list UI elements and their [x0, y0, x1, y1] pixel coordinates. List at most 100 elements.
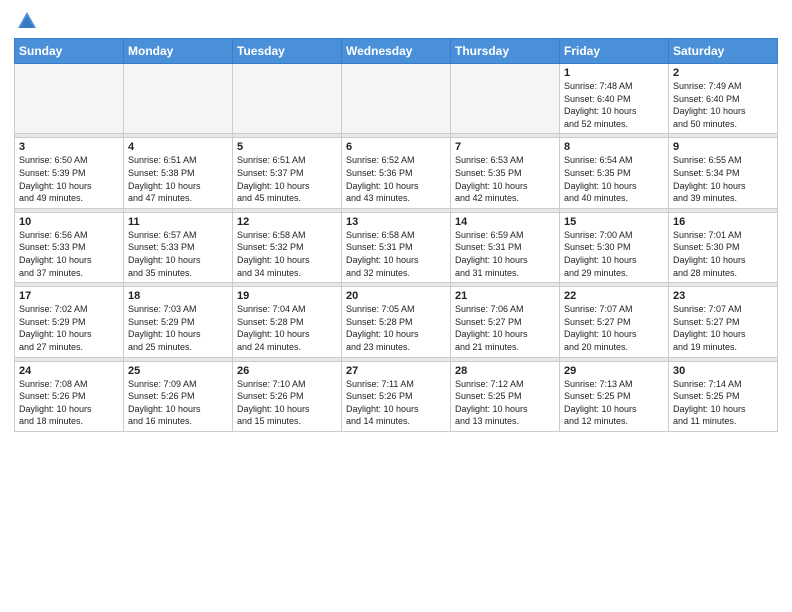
day-number: 24 [19, 365, 119, 377]
day-info: Sunrise: 6:51 AM Sunset: 5:38 PM Dayligh… [128, 154, 228, 204]
day-number: 27 [346, 365, 446, 377]
day-info: Sunrise: 7:10 AM Sunset: 5:26 PM Dayligh… [237, 378, 337, 428]
calendar-cell: 19Sunrise: 7:04 AM Sunset: 5:28 PM Dayli… [233, 287, 342, 357]
day-number: 17 [19, 290, 119, 302]
calendar-cell: 14Sunrise: 6:59 AM Sunset: 5:31 PM Dayli… [451, 212, 560, 282]
logo-icon [16, 10, 38, 32]
day-info: Sunrise: 7:14 AM Sunset: 5:25 PM Dayligh… [673, 378, 773, 428]
calendar-cell: 7Sunrise: 6:53 AM Sunset: 5:35 PM Daylig… [451, 138, 560, 208]
day-number: 10 [19, 216, 119, 228]
day-number: 13 [346, 216, 446, 228]
calendar-table: SundayMondayTuesdayWednesdayThursdayFrid… [14, 38, 778, 432]
day-number: 28 [455, 365, 555, 377]
calendar-header-wednesday: Wednesday [342, 39, 451, 64]
day-info: Sunrise: 6:59 AM Sunset: 5:31 PM Dayligh… [455, 229, 555, 279]
day-number: 4 [128, 141, 228, 153]
day-info: Sunrise: 7:04 AM Sunset: 5:28 PM Dayligh… [237, 303, 337, 353]
day-info: Sunrise: 7:00 AM Sunset: 5:30 PM Dayligh… [564, 229, 664, 279]
day-info: Sunrise: 7:12 AM Sunset: 5:25 PM Dayligh… [455, 378, 555, 428]
day-info: Sunrise: 7:48 AM Sunset: 6:40 PM Dayligh… [564, 80, 664, 130]
day-number: 15 [564, 216, 664, 228]
day-info: Sunrise: 6:55 AM Sunset: 5:34 PM Dayligh… [673, 154, 773, 204]
page: SundayMondayTuesdayWednesdayThursdayFrid… [0, 0, 792, 612]
day-number: 25 [128, 365, 228, 377]
calendar-cell: 23Sunrise: 7:07 AM Sunset: 5:27 PM Dayli… [669, 287, 778, 357]
day-info: Sunrise: 7:06 AM Sunset: 5:27 PM Dayligh… [455, 303, 555, 353]
calendar-cell [233, 64, 342, 134]
day-number: 11 [128, 216, 228, 228]
day-info: Sunrise: 7:07 AM Sunset: 5:27 PM Dayligh… [673, 303, 773, 353]
calendar-cell: 30Sunrise: 7:14 AM Sunset: 5:25 PM Dayli… [669, 361, 778, 431]
day-info: Sunrise: 7:07 AM Sunset: 5:27 PM Dayligh… [564, 303, 664, 353]
day-info: Sunrise: 6:53 AM Sunset: 5:35 PM Dayligh… [455, 154, 555, 204]
calendar-cell: 25Sunrise: 7:09 AM Sunset: 5:26 PM Dayli… [124, 361, 233, 431]
day-info: Sunrise: 7:02 AM Sunset: 5:29 PM Dayligh… [19, 303, 119, 353]
calendar-cell: 9Sunrise: 6:55 AM Sunset: 5:34 PM Daylig… [669, 138, 778, 208]
calendar-cell: 10Sunrise: 6:56 AM Sunset: 5:33 PM Dayli… [15, 212, 124, 282]
calendar-cell: 11Sunrise: 6:57 AM Sunset: 5:33 PM Dayli… [124, 212, 233, 282]
calendar-cell: 17Sunrise: 7:02 AM Sunset: 5:29 PM Dayli… [15, 287, 124, 357]
day-number: 3 [19, 141, 119, 153]
day-number: 18 [128, 290, 228, 302]
calendar-header-monday: Monday [124, 39, 233, 64]
day-info: Sunrise: 7:13 AM Sunset: 5:25 PM Dayligh… [564, 378, 664, 428]
day-info: Sunrise: 7:49 AM Sunset: 6:40 PM Dayligh… [673, 80, 773, 130]
day-number: 2 [673, 67, 773, 79]
day-number: 1 [564, 67, 664, 79]
calendar-cell: 8Sunrise: 6:54 AM Sunset: 5:35 PM Daylig… [560, 138, 669, 208]
calendar-cell: 6Sunrise: 6:52 AM Sunset: 5:36 PM Daylig… [342, 138, 451, 208]
day-info: Sunrise: 6:52 AM Sunset: 5:36 PM Dayligh… [346, 154, 446, 204]
day-number: 20 [346, 290, 446, 302]
calendar-cell: 13Sunrise: 6:58 AM Sunset: 5:31 PM Dayli… [342, 212, 451, 282]
calendar-header-row: SundayMondayTuesdayWednesdayThursdayFrid… [15, 39, 778, 64]
day-info: Sunrise: 6:50 AM Sunset: 5:39 PM Dayligh… [19, 154, 119, 204]
calendar-cell: 20Sunrise: 7:05 AM Sunset: 5:28 PM Dayli… [342, 287, 451, 357]
calendar-cell: 1Sunrise: 7:48 AM Sunset: 6:40 PM Daylig… [560, 64, 669, 134]
day-number: 7 [455, 141, 555, 153]
day-number: 6 [346, 141, 446, 153]
calendar-cell: 28Sunrise: 7:12 AM Sunset: 5:25 PM Dayli… [451, 361, 560, 431]
day-info: Sunrise: 6:58 AM Sunset: 5:32 PM Dayligh… [237, 229, 337, 279]
day-number: 14 [455, 216, 555, 228]
day-info: Sunrise: 7:09 AM Sunset: 5:26 PM Dayligh… [128, 378, 228, 428]
calendar-cell: 12Sunrise: 6:58 AM Sunset: 5:32 PM Dayli… [233, 212, 342, 282]
day-number: 29 [564, 365, 664, 377]
calendar-cell [451, 64, 560, 134]
calendar-week-4: 24Sunrise: 7:08 AM Sunset: 5:26 PM Dayli… [15, 361, 778, 431]
calendar-week-1: 3Sunrise: 6:50 AM Sunset: 5:39 PM Daylig… [15, 138, 778, 208]
calendar-cell: 26Sunrise: 7:10 AM Sunset: 5:26 PM Dayli… [233, 361, 342, 431]
calendar-cell [15, 64, 124, 134]
day-number: 21 [455, 290, 555, 302]
calendar-cell: 18Sunrise: 7:03 AM Sunset: 5:29 PM Dayli… [124, 287, 233, 357]
calendar-cell: 22Sunrise: 7:07 AM Sunset: 5:27 PM Dayli… [560, 287, 669, 357]
day-info: Sunrise: 7:03 AM Sunset: 5:29 PM Dayligh… [128, 303, 228, 353]
day-info: Sunrise: 7:08 AM Sunset: 5:26 PM Dayligh… [19, 378, 119, 428]
calendar-week-0: 1Sunrise: 7:48 AM Sunset: 6:40 PM Daylig… [15, 64, 778, 134]
calendar-cell: 21Sunrise: 7:06 AM Sunset: 5:27 PM Dayli… [451, 287, 560, 357]
logo [14, 10, 38, 32]
calendar-cell: 3Sunrise: 6:50 AM Sunset: 5:39 PM Daylig… [15, 138, 124, 208]
day-info: Sunrise: 7:05 AM Sunset: 5:28 PM Dayligh… [346, 303, 446, 353]
calendar-cell: 5Sunrise: 6:51 AM Sunset: 5:37 PM Daylig… [233, 138, 342, 208]
calendar-cell: 24Sunrise: 7:08 AM Sunset: 5:26 PM Dayli… [15, 361, 124, 431]
calendar-cell: 16Sunrise: 7:01 AM Sunset: 5:30 PM Dayli… [669, 212, 778, 282]
day-number: 23 [673, 290, 773, 302]
calendar-cell: 27Sunrise: 7:11 AM Sunset: 5:26 PM Dayli… [342, 361, 451, 431]
day-number: 22 [564, 290, 664, 302]
day-number: 5 [237, 141, 337, 153]
day-number: 19 [237, 290, 337, 302]
day-number: 30 [673, 365, 773, 377]
calendar-header-thursday: Thursday [451, 39, 560, 64]
calendar-cell: 29Sunrise: 7:13 AM Sunset: 5:25 PM Dayli… [560, 361, 669, 431]
day-number: 26 [237, 365, 337, 377]
calendar-cell [342, 64, 451, 134]
calendar-header-friday: Friday [560, 39, 669, 64]
calendar-header-saturday: Saturday [669, 39, 778, 64]
day-info: Sunrise: 7:11 AM Sunset: 5:26 PM Dayligh… [346, 378, 446, 428]
calendar-cell: 2Sunrise: 7:49 AM Sunset: 6:40 PM Daylig… [669, 64, 778, 134]
calendar-week-3: 17Sunrise: 7:02 AM Sunset: 5:29 PM Dayli… [15, 287, 778, 357]
day-info: Sunrise: 6:51 AM Sunset: 5:37 PM Dayligh… [237, 154, 337, 204]
day-info: Sunrise: 6:58 AM Sunset: 5:31 PM Dayligh… [346, 229, 446, 279]
day-info: Sunrise: 7:01 AM Sunset: 5:30 PM Dayligh… [673, 229, 773, 279]
calendar-cell [124, 64, 233, 134]
